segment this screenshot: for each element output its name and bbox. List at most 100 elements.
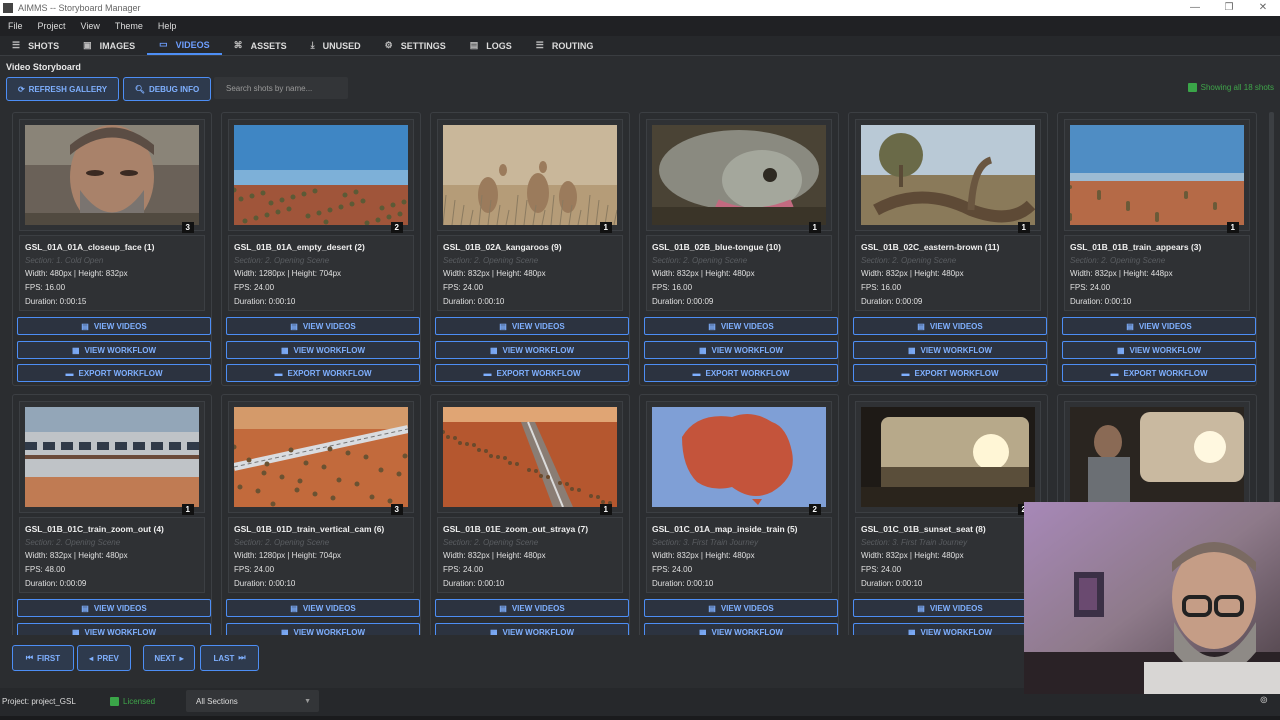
next-page-button[interactable]: NEXT ▸ bbox=[143, 645, 195, 671]
view-videos-button[interactable]: ▤ VIEW VIDEOS bbox=[226, 599, 420, 617]
thumbnail[interactable] bbox=[1070, 125, 1244, 225]
view-videos-button[interactable]: ▤ VIEW VIDEOS bbox=[17, 599, 211, 617]
thumbnail-frame[interactable]: 2 bbox=[228, 119, 414, 233]
thumbnail-frame[interactable]: 1 bbox=[437, 119, 623, 233]
prev-page-button[interactable]: ◂ PREV bbox=[77, 645, 131, 671]
export-workflow-button[interactable]: ▬ EXPORT WORKFLOW bbox=[226, 364, 420, 382]
view-videos-button[interactable]: ▤ VIEW VIDEOS bbox=[853, 599, 1047, 617]
thumbnail-frame[interactable]: 2 bbox=[855, 401, 1041, 515]
menu-theme[interactable]: Theme bbox=[107, 21, 150, 31]
shot-card: 1 GSL_01B_01C_train_zoom_out (4) Section… bbox=[12, 394, 212, 635]
thumbnail[interactable] bbox=[443, 407, 617, 507]
tab-settings[interactable]: ⚙ SETTINGS bbox=[373, 36, 458, 55]
export-workflow-button[interactable]: ▬ EXPORT WORKFLOW bbox=[435, 364, 629, 382]
view-videos-button[interactable]: ▤ VIEW VIDEOS bbox=[226, 317, 420, 335]
thumbnail[interactable] bbox=[234, 407, 408, 507]
view-videos-button[interactable]: ▤ VIEW VIDEOS bbox=[17, 317, 211, 335]
shot-section: Section: 3. First Train Journey bbox=[652, 538, 759, 547]
thumbnail[interactable] bbox=[25, 125, 199, 225]
thumbnail[interactable] bbox=[234, 125, 408, 225]
help-icon[interactable]: ⊚ bbox=[1260, 695, 1268, 706]
menu-project[interactable]: Project bbox=[30, 21, 73, 31]
menu-file[interactable]: File bbox=[0, 21, 30, 31]
export-icon: ▬ bbox=[65, 368, 74, 378]
export-workflow-label: EXPORT WORKFLOW bbox=[496, 368, 581, 378]
last-page-button[interactable]: LAST ⏭ bbox=[200, 645, 259, 671]
thumbnail-frame[interactable]: 3 bbox=[19, 119, 205, 233]
tab-routing[interactable]: ☰ ROUTING bbox=[524, 36, 606, 55]
debug-info-button[interactable]: 🔍︎ DEBUG INFO bbox=[123, 77, 211, 101]
document-icon: ▦ bbox=[489, 627, 498, 636]
first-label: FIRST bbox=[37, 653, 61, 663]
menu-help[interactable]: Help bbox=[150, 21, 184, 31]
view-workflow-button[interactable]: ▦ VIEW WORKFLOW bbox=[17, 341, 211, 359]
video-count-badge: 1 bbox=[599, 504, 612, 515]
view-videos-label: VIEW VIDEOS bbox=[720, 321, 774, 331]
thumbnail[interactable] bbox=[652, 125, 826, 225]
video-thumbnail bbox=[443, 407, 617, 507]
thumbnail-frame[interactable]: 1 bbox=[19, 401, 205, 515]
video-thumbnail bbox=[234, 407, 408, 507]
view-videos-button[interactable]: ▤ VIEW VIDEOS bbox=[644, 599, 838, 617]
shot-duration: Duration: 0:00:09 bbox=[652, 297, 714, 306]
refresh-gallery-button[interactable]: ⟳ REFRESH GALLERY bbox=[6, 77, 119, 101]
view-workflow-button[interactable]: ▦ VIEW WORKFLOW bbox=[226, 341, 420, 359]
thumbnail-frame[interactable]: 2 bbox=[646, 401, 832, 515]
view-videos-button[interactable]: ▤ VIEW VIDEOS bbox=[435, 599, 629, 617]
thumbnail-frame[interactable]: 3 bbox=[228, 401, 414, 515]
shot-duration: Duration: 0:00:10 bbox=[861, 579, 923, 588]
view-workflow-button[interactable]: ▦ VIEW WORKFLOW bbox=[644, 623, 838, 635]
tab-videos[interactable]: ▭ VIDEOS bbox=[147, 36, 222, 55]
thumbnail[interactable] bbox=[861, 407, 1035, 507]
thumbnail-frame[interactable]: 1 bbox=[1064, 119, 1250, 233]
tab-images[interactable]: ▣ IMAGES bbox=[71, 36, 147, 55]
shot-info: GSL_01B_01B_train_appears (3) Section: 2… bbox=[1064, 235, 1250, 311]
export-workflow-button[interactable]: ▬ EXPORT WORKFLOW bbox=[644, 364, 838, 382]
view-workflow-button[interactable]: ▦ VIEW WORKFLOW bbox=[853, 623, 1047, 635]
shot-dimensions: Width: 832px | Height: 480px bbox=[25, 551, 128, 560]
close-icon[interactable]: ✕ bbox=[1246, 0, 1280, 16]
thumbnail[interactable] bbox=[652, 407, 826, 507]
restore-icon[interactable]: ❐ bbox=[1212, 0, 1246, 16]
thumbnail-frame[interactable]: 1 bbox=[437, 401, 623, 515]
video-thumbnail bbox=[25, 407, 199, 507]
menu-view[interactable]: View bbox=[73, 21, 107, 31]
search-input[interactable]: Search shots by name... bbox=[214, 77, 348, 99]
thumbnail-frame[interactable]: 1 bbox=[855, 119, 1041, 233]
section-filter-select[interactable]: All Sections ▼ bbox=[186, 690, 319, 712]
view-workflow-button[interactable]: ▦ VIEW WORKFLOW bbox=[17, 623, 211, 635]
tab-shots[interactable]: ☰ SHOTS bbox=[0, 36, 71, 55]
thumbnail-frame[interactable]: 1 bbox=[646, 119, 832, 233]
minimize-icon[interactable]: — bbox=[1178, 0, 1212, 16]
view-videos-label: VIEW VIDEOS bbox=[929, 603, 983, 613]
thumbnail[interactable] bbox=[1070, 407, 1244, 507]
shot-info: GSL_01C_01A_map_inside_train (5) Section… bbox=[646, 517, 832, 593]
shot-info: GSL_01C_01B_sunset_seat (8) Section: 3. … bbox=[855, 517, 1041, 593]
first-page-button[interactable]: ⏮ FIRST bbox=[12, 645, 74, 671]
view-workflow-button[interactable]: ▦ VIEW WORKFLOW bbox=[644, 341, 838, 359]
thumbnail-frame[interactable] bbox=[1064, 401, 1250, 513]
export-icon: ▬ bbox=[692, 368, 701, 378]
view-videos-button[interactable]: ▤ VIEW VIDEOS bbox=[644, 317, 838, 335]
view-workflow-button[interactable]: ▦ VIEW WORKFLOW bbox=[435, 623, 629, 635]
thumbnail[interactable] bbox=[861, 125, 1035, 225]
view-videos-button[interactable]: ▤ VIEW VIDEOS bbox=[435, 317, 629, 335]
section-filter-value: All Sections bbox=[196, 696, 238, 706]
tab-assets[interactable]: ⌘ ASSETS bbox=[222, 36, 299, 55]
thumbnail[interactable] bbox=[443, 125, 617, 225]
view-workflow-button[interactable]: ▦ VIEW WORKFLOW bbox=[226, 623, 420, 635]
tab-logs[interactable]: ▤ LOGS bbox=[458, 36, 524, 55]
view-videos-button[interactable]: ▤ VIEW VIDEOS bbox=[853, 317, 1047, 335]
document-icon: ▦ bbox=[280, 627, 289, 636]
shot-card: 2 GSL_01B_01A_empty_desert (2) Section: … bbox=[221, 112, 421, 386]
tab-unused[interactable]: ⤓ UNUSED bbox=[299, 36, 373, 55]
view-workflow-button[interactable]: ▦ VIEW WORKFLOW bbox=[435, 341, 629, 359]
view-workflow-button[interactable]: ▦ VIEW WORKFLOW bbox=[853, 341, 1047, 359]
export-workflow-button[interactable]: ▬ EXPORT WORKFLOW bbox=[17, 364, 211, 382]
thumbnail[interactable] bbox=[25, 407, 199, 507]
export-workflow-button[interactable]: ▬ EXPORT WORKFLOW bbox=[853, 364, 1047, 382]
view-workflow-button[interactable]: ▦ VIEW WORKFLOW bbox=[1062, 341, 1256, 359]
export-workflow-button[interactable]: ▬ EXPORT WORKFLOW bbox=[1062, 364, 1256, 382]
video-count-badge: 2 bbox=[390, 222, 403, 233]
view-videos-button[interactable]: ▤ VIEW VIDEOS bbox=[1062, 317, 1256, 335]
